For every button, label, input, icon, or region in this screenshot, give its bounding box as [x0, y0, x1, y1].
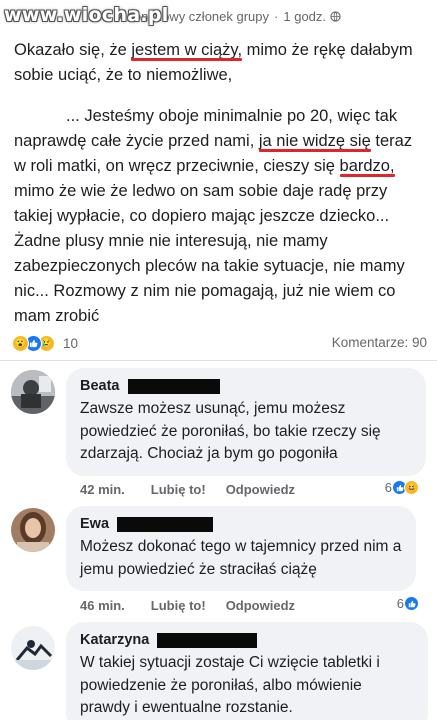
privacy-globe-icon	[330, 10, 341, 22]
comment-reaction-count: 6	[396, 596, 404, 611]
divider	[0, 360, 437, 361]
haha-icon: 😆	[404, 480, 419, 495]
watermark: www.wiocha.pl	[4, 4, 169, 26]
like-button[interactable]: Lubię to!	[151, 598, 206, 613]
comment-bubble: Ewa Możesz dokonać tego w tajemnicy prze…	[66, 506, 416, 591]
like-button[interactable]: Lubię to!	[151, 482, 206, 497]
post-time[interactable]: 1 godz.	[283, 9, 326, 24]
comment-text: Możesz dokonać tego w tajemnicy przed ni…	[80, 538, 402, 578]
censor-bar	[157, 632, 258, 648]
like-icon	[404, 596, 419, 611]
post-reactions[interactable]: 😮 😢 10	[12, 333, 78, 353]
comment-author[interactable]: Beata	[80, 377, 412, 395]
post-paragraph-2: ... Jesteśmy oboje minimalnie po 20, wię…	[14, 104, 424, 329]
comment-actions: 46 min. Lubię to! Odpowiedz	[80, 598, 315, 613]
comment-time[interactable]: 46 min.	[80, 598, 125, 613]
avatar-photo	[11, 508, 55, 552]
avatar[interactable]	[11, 370, 55, 414]
reaction-count: 10	[63, 335, 79, 351]
avatar[interactable]	[11, 508, 55, 552]
comment-text: W takiej sytuacji zostaje Ci wzięcie tab…	[80, 654, 380, 716]
underlined-text: jestem w ciąży,	[131, 41, 243, 59]
avatar-photo	[11, 626, 55, 670]
comment-author[interactable]: Ewa	[80, 515, 402, 533]
censor-bar	[127, 378, 220, 394]
underlined-text: ja nie widzę się	[258, 132, 371, 150]
post-body: Okazało się, że jestem w ciąży, mimo że …	[14, 38, 424, 345]
post-text: Okazało się, że	[14, 41, 132, 59]
comment-bubble: Katarzyna W takiej sytuacji zostaje Ci w…	[66, 622, 428, 720]
post-text: mimo że wie że ledwo on sam sobie daje r…	[14, 182, 405, 325]
post-paragraph-1: Okazało się, że jestem w ciąży, mimo że …	[14, 38, 424, 88]
wow-icon: 😮	[12, 334, 29, 352]
comment-time[interactable]: 42 min.	[80, 482, 125, 497]
comment-reactions[interactable]: 6 😆	[385, 480, 419, 495]
comment-actions: 42 min. Lubię to! Odpowiedz	[80, 482, 315, 497]
comment-reactions[interactable]: 6	[397, 596, 419, 611]
comment-text: Zawsze możesz usunąć, jemu możesz powied…	[80, 400, 381, 462]
avatar-photo	[11, 370, 55, 414]
underlined-text: bardzo,	[339, 157, 395, 175]
reply-button[interactable]: Odpowiedz	[226, 482, 295, 497]
reply-button[interactable]: Odpowiedz	[226, 598, 295, 613]
censor-bar	[117, 516, 214, 532]
comments-count[interactable]: Komentarze: 90	[332, 335, 427, 350]
avatar[interactable]	[11, 626, 55, 670]
comment-author[interactable]: Katarzyna	[80, 631, 414, 649]
comment-bubble: Beata Zawsze możesz usunąć, jemu możesz …	[66, 368, 426, 476]
separator-dot: ·	[274, 8, 279, 24]
comment-reaction-count: 6	[384, 480, 392, 495]
